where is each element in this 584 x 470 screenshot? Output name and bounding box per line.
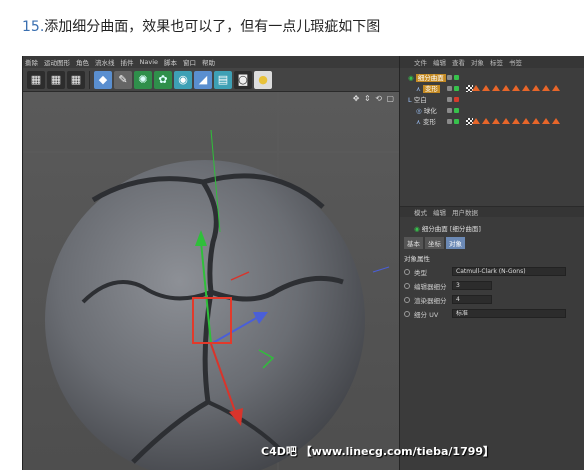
tab-basic[interactable]: 基本	[404, 237, 423, 249]
array-icon[interactable]: ✿	[154, 70, 172, 89]
om-menu-edit[interactable]: 编辑	[433, 57, 446, 67]
tree-label: 细分曲面	[415, 74, 446, 82]
caption: 15.添加细分曲面，效果也可以了，但有一点儿瑕疵如下图	[22, 16, 380, 36]
light-icon[interactable]: ●	[254, 70, 272, 89]
attr-menu-edit[interactable]: 编辑	[433, 207, 446, 217]
visibility-flags[interactable]	[447, 85, 459, 91]
subdivision-object-icon: ◉	[414, 225, 420, 233]
subdivided-sphere[interactable]	[45, 160, 365, 470]
om-menu-view[interactable]: 查看	[452, 57, 465, 67]
toolbar: ▦ ▦ ▦ ◆ ✎ ✺ ✿ ◉ ◢ ▤ ◙ ●	[23, 68, 399, 92]
menu-item-character[interactable]: 角色	[76, 57, 89, 67]
menu-item-help[interactable]: 帮助	[202, 57, 215, 67]
attribute-manager: 模式 编辑 用户数据 ◉ 细分曲面 [细分曲面] 基本 坐标 对象 对象属性 类…	[399, 206, 584, 470]
animate-radio[interactable]	[404, 296, 410, 303]
pen-icon[interactable]: ✎	[114, 70, 132, 89]
3d-viewport[interactable]: ✥ ⇕ ⟲ ▢	[23, 92, 399, 470]
visibility-flags[interactable]	[447, 74, 459, 80]
animate-radio[interactable]	[404, 282, 410, 289]
attr-menu-userdata[interactable]: 用户数据	[452, 207, 478, 217]
tab-object[interactable]: 对象	[446, 237, 465, 249]
property-subdivide-uv: 细分 UV 标准	[404, 308, 582, 319]
subdivide-uv-dropdown[interactable]: 标准	[452, 309, 566, 318]
tree-row-deform-2[interactable]: ⋏ 变形	[400, 116, 584, 126]
tree-label: 空白	[413, 96, 427, 104]
type-dropdown[interactable]: Catmull-Clark (N-Gons)	[452, 267, 566, 276]
selection-tags[interactable]	[472, 118, 560, 124]
tree-label: 变形	[422, 85, 440, 93]
tree-row-deform-1[interactable]: ⋏ 变形	[400, 83, 584, 93]
render-subdivision-field[interactable]: 4	[452, 295, 492, 304]
visibility-flags[interactable]	[447, 96, 459, 102]
null-object-icon: L	[408, 96, 412, 104]
attr-menu-mode[interactable]: 模式	[414, 207, 427, 217]
property-label: 类型	[414, 268, 427, 277]
floor-icon[interactable]: ◢	[194, 70, 212, 89]
attribute-manager-menu: 模式 编辑 用户数据	[400, 206, 584, 217]
film-icon[interactable]: ▦	[27, 70, 45, 89]
om-menu-object[interactable]: 对象	[471, 57, 484, 67]
property-label: 细分 UV	[414, 310, 439, 319]
film-record-icon[interactable]: ▦	[47, 70, 65, 89]
spherify-deformer-icon: ◎	[416, 107, 422, 115]
menu-item-navie[interactable]: Navie	[140, 58, 159, 66]
menu-item-mograph[interactable]: 运动图形	[44, 57, 70, 67]
property-label: 渲染器细分	[414, 296, 447, 305]
visibility-flags[interactable]	[447, 107, 459, 113]
tree-row-null[interactable]: L 空白	[400, 94, 584, 104]
menu-item-plugins[interactable]: 插件	[121, 57, 134, 67]
viewport-nav-icons[interactable]: ✥ ⇕ ⟲ ▢	[353, 94, 395, 103]
toolbar-divider	[89, 70, 90, 89]
deformer-icon[interactable]: ◉	[174, 70, 192, 89]
om-menu-file[interactable]: 文件	[414, 57, 427, 67]
cinema4d-window: 撕除 运动图形 角色 流水线 插件 Navie 脚本 窗口 帮助 ▦ ▦ ▦ ◆…	[22, 56, 584, 470]
caption-text: 添加细分曲面，效果也可以了，但有一点儿瑕疵如下图	[44, 19, 381, 35]
world-axis-z	[372, 266, 390, 273]
om-menu-tags[interactable]: 标签	[490, 57, 503, 67]
editor-subdivision-field[interactable]: 3	[452, 281, 492, 290]
tab-coord[interactable]: 坐标	[425, 237, 444, 249]
menu-item-script[interactable]: 脚本	[164, 57, 177, 67]
menu-bar: 撕除 运动图形 角色 流水线 插件 Navie 脚本 窗口 帮助	[23, 56, 399, 68]
subdivision-icon[interactable]: ✺	[134, 70, 152, 89]
section-title: 对象属性	[404, 255, 430, 263]
om-menu-bookmarks[interactable]: 书签	[509, 57, 522, 67]
menu-item-remove[interactable]: 撕除	[25, 57, 38, 67]
grid-icon[interactable]: ▤	[214, 70, 232, 89]
tree-label: 球化	[423, 107, 437, 115]
animate-radio[interactable]	[404, 268, 410, 275]
object-manager-menu: 文件 编辑 查看 对象 标签 书签	[400, 56, 584, 68]
film-settings-icon[interactable]: ▦	[67, 70, 85, 89]
animate-radio[interactable]	[404, 310, 410, 317]
tree-row-subdivision[interactable]: ◉ 细分曲面	[400, 72, 584, 82]
camera-icon[interactable]: ◙	[234, 70, 252, 89]
polygon-object-icon: ⋏	[416, 85, 421, 93]
menu-item-pipeline[interactable]: 流水线	[95, 57, 115, 67]
tree-row-spherify[interactable]: ◎ 球化	[400, 105, 584, 115]
attribute-object-title: ◉ 细分曲面 [细分曲面]	[414, 223, 481, 233]
menu-item-window[interactable]: 窗口	[183, 57, 196, 67]
tree-label: 变形	[422, 118, 436, 126]
attribute-title-text: 细分曲面 [细分曲面]	[421, 225, 481, 233]
visibility-flags[interactable]	[447, 118, 459, 124]
caption-number: 15.	[22, 19, 45, 35]
cube-icon[interactable]: ◆	[94, 70, 112, 89]
subdivision-object-icon: ◉	[408, 74, 414, 82]
property-render-subdivision: 渲染器细分 4	[404, 294, 582, 305]
selection-tags[interactable]	[472, 85, 560, 91]
property-type: 类型 Catmull-Clark (N-Gons)	[404, 266, 582, 277]
viewport-scene	[23, 92, 399, 470]
property-editor-subdivision: 编辑器细分 3	[404, 280, 582, 291]
attribute-tabs: 基本 坐标 对象	[404, 237, 465, 249]
object-manager: 文件 编辑 查看 对象 标签 书签 ◉ 细分曲面 ⋏ 变形 L 空白 ◎ 球化 …	[399, 56, 584, 206]
watermark: C4D吧 【www.linecg.com/tieba/1799】	[261, 445, 495, 458]
polygon-object-icon: ⋏	[416, 118, 421, 126]
property-label: 编辑器细分	[414, 282, 447, 291]
